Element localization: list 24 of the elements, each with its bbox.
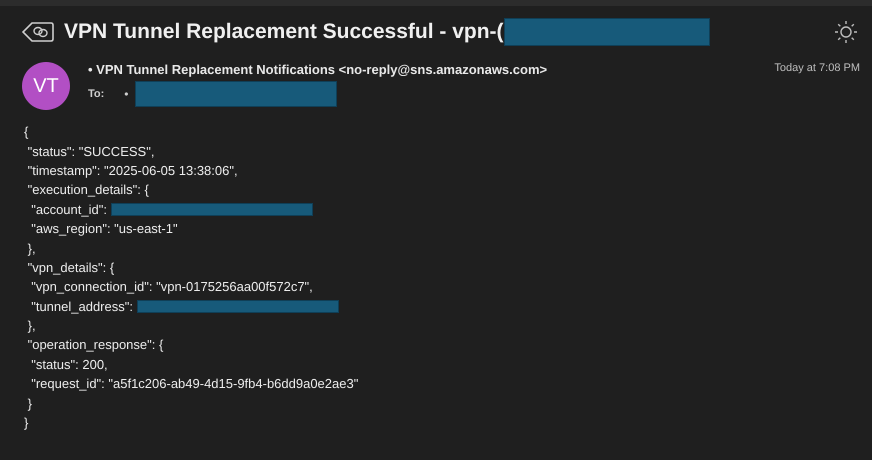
code-line: } <box>26 396 32 411</box>
code-line: "vpn_connection_id": "vpn-0175256aa00f572c7", <box>30 279 313 294</box>
code-line: "operation_response": { <box>26 337 164 352</box>
code-line: "status": 200, <box>30 356 108 372</box>
code-line: }, <box>26 318 36 334</box>
back-icon[interactable] <box>22 21 54 43</box>
sender-avatar: VT <box>22 62 70 110</box>
code-line: { <box>24 124 28 140</box>
recipient-bullet: • <box>124 87 128 101</box>
code-line: "account_id": <box>30 202 107 217</box>
code-line: "timestamp": "2025-06-05 13:38:06", <box>26 162 238 178</box>
code-line: "request_id": "a5f1c206-ab49-4d15-9fb4-b6dd9a0e2ae3" <box>30 376 358 392</box>
code-line: "status": "SUCCESS", <box>26 144 154 159</box>
code-line: "vpn_details": { <box>26 260 114 275</box>
email-subject: VPN Tunnel Replacement Successful - vpn-( <box>64 20 504 44</box>
code-line: }, <box>26 240 36 256</box>
code-line: "tunnel_address": <box>30 298 133 314</box>
code-line: "execution_details": { <box>26 182 149 198</box>
to-label: To: <box>88 88 104 100</box>
sun-icon[interactable] <box>834 20 858 44</box>
received-time: Today at 7:08 PM <box>774 62 860 74</box>
code-line: "aws_region": "us-east-1" <box>30 221 178 236</box>
sender-address: • VPN Tunnel Replacement Notifications <no-reply@sns.amazonaws.com> <box>88 62 548 77</box>
code-line: } <box>24 415 28 430</box>
